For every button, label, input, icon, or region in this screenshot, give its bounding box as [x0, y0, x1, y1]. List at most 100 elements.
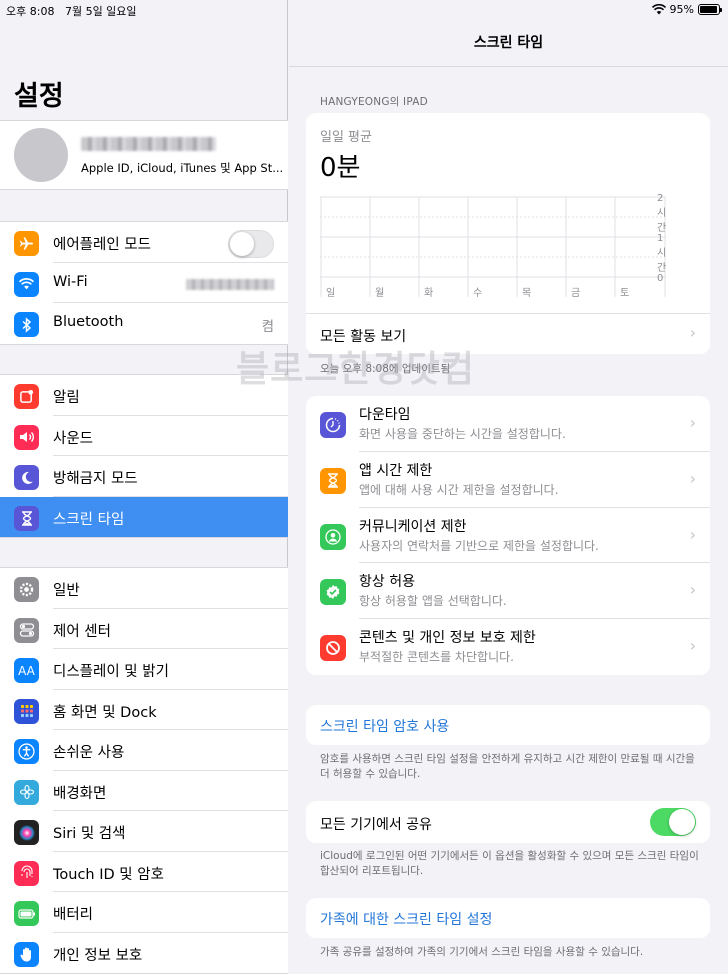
settings-group-general: 일반 제어 센터 AA 디스플레이 및 밝기 홈 화면 및 Dock 손쉬운 사… — [0, 567, 288, 974]
row-subtitle: 화면 사용을 중단하는 시간을 설정합니다. — [359, 427, 566, 441]
page-title: 스크린 타임 — [473, 35, 544, 51]
sidebar-item-label: Siri 및 검색 — [53, 826, 126, 842]
row-title: 콘텐츠 및 개인 정보 보호 제한 — [359, 630, 536, 647]
status-time: 오후 8:08 — [6, 5, 55, 18]
sidebar-item-label: Touch ID 및 암호 — [53, 866, 164, 883]
sidebar-item-control-center[interactable]: 제어 센터 — [0, 609, 288, 649]
usage-chart-grid — [320, 196, 666, 297]
sidebar-item-touch-id[interactable]: Touch ID 및 암호 — [0, 852, 288, 892]
battery-percent: 95% — [669, 3, 694, 16]
sidebar-item-screen-time[interactable]: 스크린 타임 — [0, 496, 288, 537]
sidebar-item-label: 개인 정보 보호 — [53, 947, 143, 964]
daily-average-value: 0분 — [320, 153, 361, 183]
chevron-right-icon: › — [689, 413, 696, 432]
hand-icon — [14, 941, 39, 967]
sidebar: 설정 Apple ID, iCloud, iTunes 및 App St... … — [0, 0, 288, 974]
wifi-icon — [14, 271, 39, 297]
sidebar-item-wifi[interactable]: Wi-Fi — [0, 263, 288, 303]
display-icon: AA — [14, 658, 39, 683]
sidebar-item-airplane[interactable]: 에어플레인 모드 — [0, 222, 288, 263]
sound-icon — [14, 424, 39, 450]
sidebar-item-general[interactable]: 일반 — [0, 568, 288, 609]
row-subtitle: 앱에 대해 사용 시간 제한을 설정합니다. — [359, 482, 559, 497]
sidebar-item-wallpaper[interactable]: 배경화면 — [0, 771, 288, 811]
airplane-icon — [14, 231, 39, 256]
x-tick-label: 수 — [473, 288, 483, 299]
x-tick-label: 일 — [326, 288, 336, 299]
x-tick-label: 월 — [375, 288, 385, 299]
accessibility-icon — [14, 739, 39, 764]
sidebar-item-label: 에어플레인 모드 — [53, 237, 151, 253]
row-title: 항상 허용 — [359, 574, 415, 591]
x-tick-label: 화 — [424, 288, 434, 299]
sidebar-item-do-not-disturb[interactable]: 방해금지 모드 — [0, 456, 288, 497]
bluetooth-value: 켬 — [261, 319, 274, 335]
share-card: 모든 기기에서 공유 — [306, 801, 710, 843]
battery-icon — [698, 4, 722, 15]
chevron-right-icon: › — [689, 636, 696, 656]
share-across-devices-toggle[interactable] — [650, 808, 696, 836]
sidebar-item-privacy[interactable]: 개인 정보 보호 — [0, 933, 288, 974]
family-card[interactable]: 가족에 대한 스크린 타임 설정 — [306, 898, 710, 938]
family-setup-link[interactable]: 가족에 대한 스크린 타임 설정 — [320, 909, 492, 929]
account-row[interactable]: Apple ID, iCloud, iTunes 및 App St... — [0, 120, 288, 190]
status-date: 7월 5일 일요일 — [64, 5, 137, 18]
sidebar-item-label: 방해금지 모드 — [53, 471, 138, 487]
row-subtitle: 항상 허용할 앱을 선택합니다. — [359, 594, 507, 609]
gear-icon — [14, 577, 39, 602]
y-tick-label: 1시간 — [657, 233, 667, 274]
wifi-status-icon — [651, 4, 666, 15]
battery-icon — [14, 901, 39, 926]
sidebar-item-notifications[interactable]: 알림 — [0, 375, 288, 416]
sidebar-item-label: 사운드 — [53, 430, 94, 447]
sidebar-item-display[interactable]: AA 디스플레이 및 밝기 — [0, 649, 288, 690]
device-label: HANGYEONG의 IPAD — [320, 96, 428, 108]
hourglass-icon — [14, 505, 39, 531]
row-downtime[interactable]: 다운타임 화면 사용을 중단하는 시간을 설정합니다. › — [306, 396, 710, 452]
account-subtitle: Apple ID, iCloud, iTunes 및 App St... — [81, 161, 284, 175]
usage-chart[interactable]: 2시간 1시간 0 일 월 화 수 목 금 토 — [320, 193, 667, 299]
sidebar-item-accessibility[interactable]: 손쉬운 사용 — [0, 730, 288, 771]
sidebar-title: 설정 — [14, 81, 64, 112]
sidebar-item-bluetooth[interactable]: Bluetooth 켬 — [0, 303, 288, 344]
updated-timestamp: 오늘 오후 8:08에 업데이트됨 — [320, 363, 451, 375]
row-title: 앱 시간 제한 — [359, 462, 433, 479]
notifications-icon — [14, 384, 39, 409]
features-card: 다운타임 화면 사용을 중단하는 시간을 설정합니다. › 앱 시간 제한 앱에… — [306, 396, 710, 675]
use-passcode-link[interactable]: 스크린 타임 암호 사용 — [320, 716, 449, 736]
sidebar-item-label: 손쉬운 사용 — [53, 745, 125, 761]
sidebar-item-home-dock[interactable]: 홈 화면 및 Dock — [0, 690, 288, 730]
airplane-mode-toggle[interactable] — [228, 230, 274, 258]
status-datetime: 오후 8:08 7월 5일 일요일 — [6, 3, 137, 19]
chevron-right-icon: › — [689, 524, 696, 544]
sidebar-item-siri[interactable]: Siri 및 검색 — [0, 811, 288, 852]
row-communication-limits[interactable]: 커뮤니케이션 제한 사용자의 연락처를 기반으로 제한을 설정합니다. › — [306, 508, 710, 564]
sidebar-item-label: 일반 — [53, 583, 80, 599]
home-grid-icon — [14, 698, 39, 724]
sidebar-item-sound[interactable]: 사운드 — [0, 416, 288, 456]
settings-group-notifications: 알림 사운드 방해금지 모드 스크린 타임 — [0, 374, 288, 538]
sidebar-item-label: 홈 화면 및 Dock — [53, 704, 157, 721]
passcode-card[interactable]: 스크린 타임 암호 사용 — [306, 705, 710, 745]
row-title: 커뮤니케이션 제한 — [359, 518, 467, 535]
see-all-activity-row[interactable]: 모든 활동 보기 › — [306, 313, 710, 354]
chevron-right-icon: › — [689, 323, 696, 342]
x-tick-label: 목 — [522, 288, 532, 299]
sidebar-item-label: 제어 센터 — [53, 623, 111, 640]
usage-card: 일일 평균 0분 2시간 1시간 0 일 월 화 수 목 금 토 모든 활동 보… — [306, 113, 710, 354]
row-content-privacy[interactable]: 콘텐츠 및 개인 정보 보호 제한 부적절한 콘텐츠를 차단합니다. › — [306, 619, 710, 675]
row-always-allowed[interactable]: 항상 허용 항상 허용할 앱을 선택합니다. › — [306, 563, 710, 620]
see-all-activity-label: 모든 활동 보기 — [320, 329, 407, 345]
moon-icon — [14, 465, 39, 490]
avatar — [14, 128, 68, 182]
y-tick-label: 2시간 — [657, 193, 667, 234]
check-shield-icon — [320, 579, 346, 606]
sidebar-item-battery[interactable]: 배터리 — [0, 892, 288, 933]
status-bar: 오후 8:08 7월 5일 일요일 95% — [0, 0, 728, 20]
sidebar-item-label: Bluetooth — [53, 314, 124, 330]
share-note: iCloud에 로그인된 어떤 기기에서든 이 옵션을 활성화할 수 있으며 모… — [320, 850, 699, 877]
share-across-devices-label: 모든 기기에서 공유 — [320, 817, 432, 833]
wifi-network-redacted — [186, 278, 274, 290]
sidebar-item-label: 배경화면 — [53, 785, 107, 802]
row-app-limits[interactable]: 앱 시간 제한 앱에 대해 사용 시간 제한을 설정합니다. › — [306, 452, 710, 508]
